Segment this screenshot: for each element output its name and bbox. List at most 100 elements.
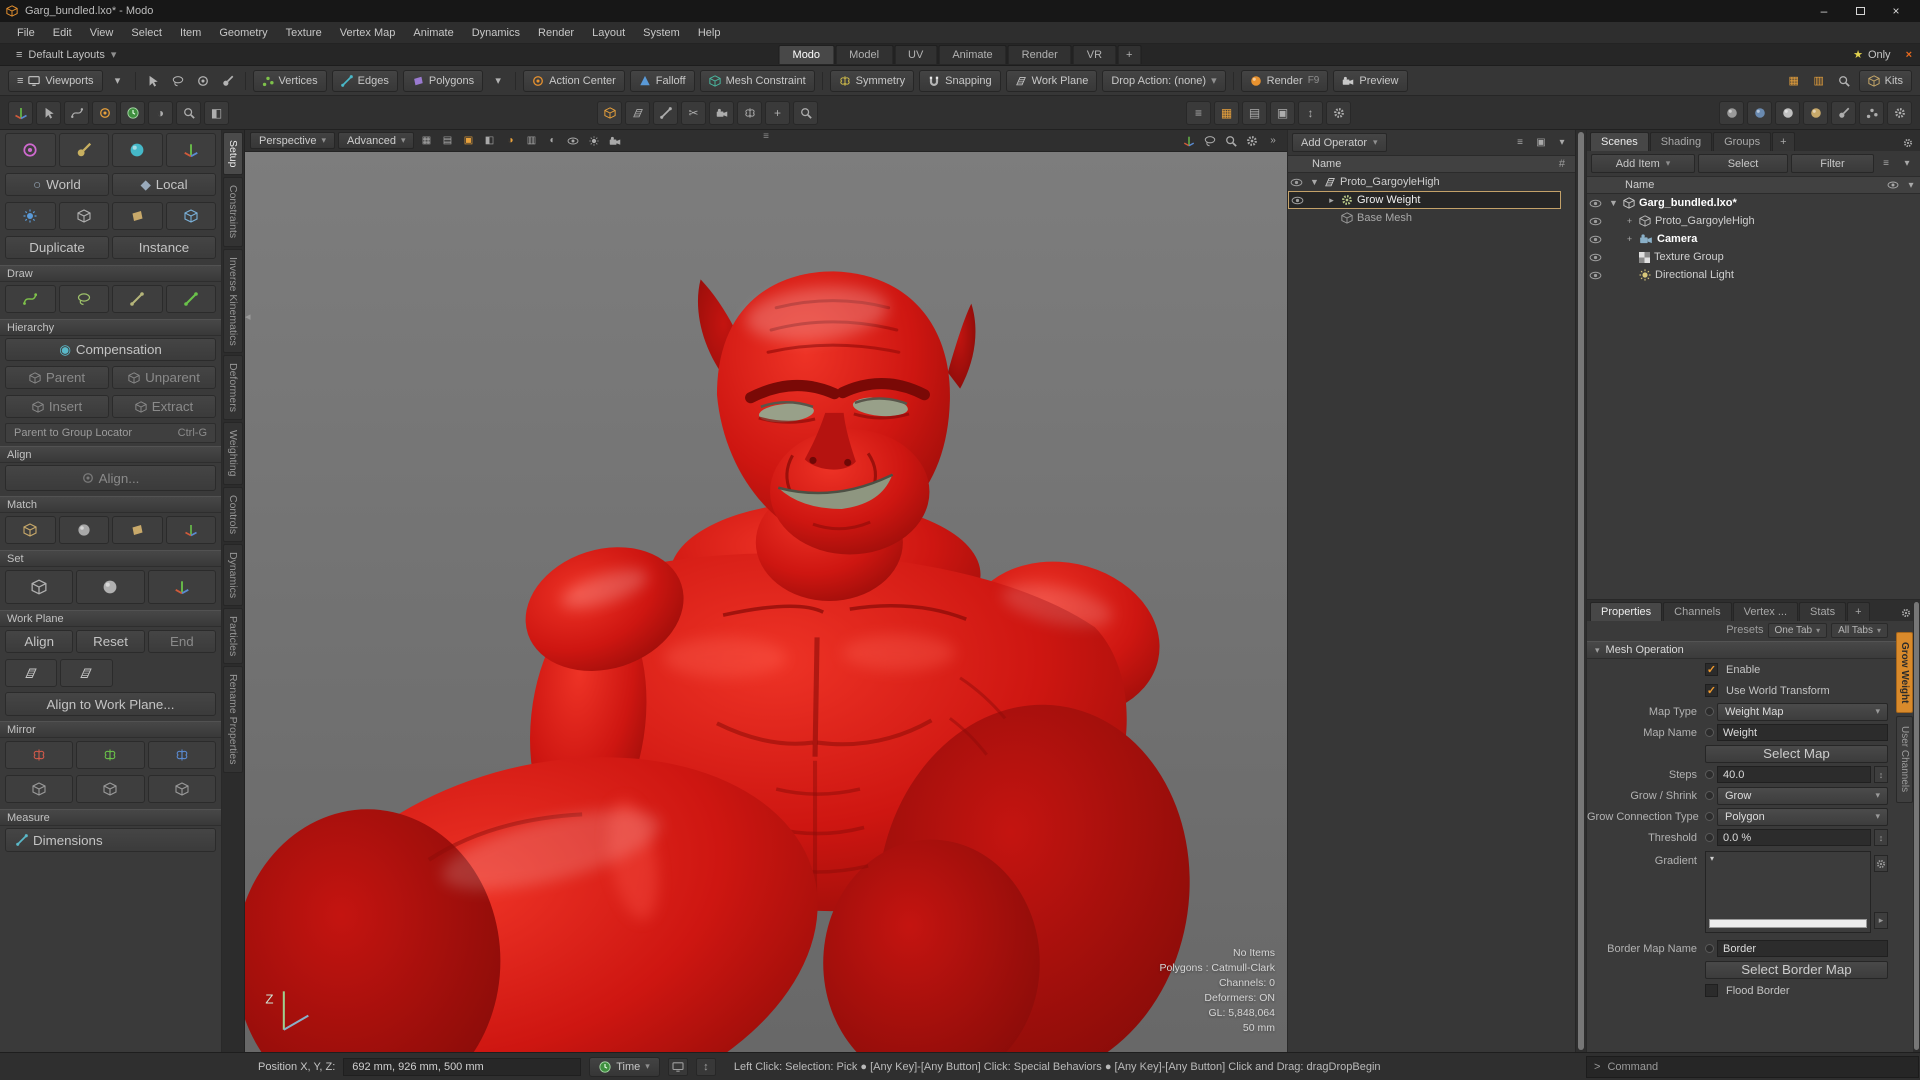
viewport-options-gear-icon[interactable] [1243,133,1261,149]
slice-tool-icon[interactable] [653,100,678,125]
parent-button[interactable]: Parent [5,366,109,389]
vtab-rename-properties[interactable]: Rename Properties [223,666,243,773]
tab-properties[interactable]: Properties [1590,602,1663,621]
menu-file[interactable]: File [8,24,44,42]
tab-stats[interactable]: Stats [1799,602,1847,621]
toggle-shaded-icon[interactable]: ▣ [459,133,477,149]
filter-button[interactable]: Filter [1791,154,1874,173]
thumbnail-view-icon[interactable]: ▦ [1214,100,1239,125]
list-collapse-icon[interactable]: ▾ [1898,156,1916,172]
mirror-x-button[interactable] [5,741,74,769]
set-position-button[interactable] [5,570,74,604]
viewport-splitter-handle[interactable]: ≡ [763,131,769,142]
render-button[interactable]: Render F9 [1240,69,1329,92]
item-row-scene-root[interactable]: ▼ Garg_bundled.lxo* [1587,194,1920,212]
expand-plus-icon[interactable]: + [1624,216,1635,226]
paint-select-icon[interactable] [218,71,238,91]
item-row-directional-light[interactable]: Directional Light [1587,266,1920,284]
menu-select[interactable]: Select [122,24,171,42]
stack-filter-icon[interactable]: ▾ [1553,135,1571,151]
side-tab-grow-weight[interactable]: Grow Weight [1896,632,1913,714]
spray-icon[interactable] [1859,100,1884,125]
era-gear-icon[interactable] [1887,100,1912,125]
layout-grid-icon[interactable]: ▦ [1784,71,1804,91]
menu-animate[interactable]: Animate [404,24,462,42]
section-set[interactable]: Set [0,550,221,567]
add-properties-tab-button[interactable]: + [1847,602,1870,621]
world-button[interactable]: ○ World [5,173,109,196]
projection-dropdown[interactable]: Perspective ▾ [250,132,336,149]
tab-model[interactable]: Model [835,45,894,64]
kits-button[interactable]: Kits [1858,69,1912,92]
parent-to-group-button[interactable]: Parent to Group Locator Ctrl-G [5,423,216,443]
shading-wire-icon[interactable] [1747,100,1772,125]
draw-polyline-button[interactable] [112,285,163,313]
add-tab-button[interactable]: + [1117,45,1142,64]
threshold-input[interactable] [1717,829,1871,846]
stack-thumbs-icon[interactable]: ▣ [1532,135,1550,151]
compensation-toggle[interactable]: ◉ Compensation [5,338,216,361]
tool-handles-button[interactable] [58,133,109,167]
shading-dropdown[interactable]: Advanced ▾ [338,132,415,149]
lasso-select-icon[interactable] [168,71,188,91]
insert-button[interactable]: Insert [5,395,109,418]
toggle-camera-icon[interactable] [606,133,624,149]
maximize-button[interactable] [1842,0,1878,22]
tab-animate[interactable]: Animate [938,45,1007,64]
workplane-reset-button[interactable]: Reset [76,630,145,653]
mesh-op-row-base-mesh[interactable]: Base Mesh [1288,209,1575,227]
align-button[interactable]: Align... [5,465,216,491]
local-button[interactable]: ◆ Local [112,173,216,196]
default-layouts-button[interactable]: ≡ Default Layouts ▾ [8,46,124,63]
workplane-rotate-button[interactable] [60,659,113,687]
search-icon[interactable] [1834,71,1854,91]
toggle-deformers-icon[interactable]: ◑ [501,133,519,149]
transform-tool-icon[interactable] [92,100,117,125]
panel-collapse-arrow-icon[interactable]: ◂ [245,310,251,323]
mirror-z-button[interactable] [147,741,216,769]
sort-icon[interactable]: ↕ [1298,100,1323,125]
add-tool-icon[interactable]: + [765,100,790,125]
items-mode-icon[interactable]: ▾ [488,71,508,91]
tab-groups[interactable]: Groups [1713,132,1772,151]
toggle-lights-icon[interactable] [585,133,603,149]
tab-shading[interactable]: Shading [1649,132,1713,151]
duplicate-button[interactable]: Duplicate [5,236,109,259]
toggle-grid-icon[interactable]: ▦ [417,133,435,149]
item-row-texture-group[interactable]: Texture Group [1587,248,1920,266]
draw-curve-button[interactable] [5,285,56,313]
pivot-tool-button[interactable] [5,133,56,167]
expander-icon[interactable]: ▸ [1326,195,1337,206]
select-map-button[interactable]: Select Map [1705,744,1888,763]
section-align[interactable]: Align [0,446,221,463]
set-scale-button[interactable] [147,570,216,604]
mesh-ops-scrollbar[interactable] [1575,130,1586,1052]
add-item-dropdown[interactable]: Add Item ▾ [1591,154,1695,173]
stack-tool-button[interactable] [112,202,163,230]
workplane-end-button[interactable]: End [147,630,216,653]
mesh-op-row-proto[interactable]: ▼ Proto_GargoyleHigh [1288,173,1575,191]
envelope-dot[interactable] [1705,770,1714,779]
section-work-plane[interactable]: Work Plane [0,610,221,627]
menu-texture[interactable]: Texture [277,24,331,42]
mirror-tool-icon[interactable] [737,100,762,125]
mirror-local-z-button[interactable] [147,775,216,803]
tab-scenes[interactable]: Scenes [1590,132,1649,151]
expander-icon[interactable]: ▼ [1309,177,1320,187]
add-list-tab-button[interactable]: + [1772,132,1795,151]
scrollbar-thumb[interactable] [1914,602,1919,1050]
find-tool-icon[interactable] [793,100,818,125]
pan-view-icon[interactable] [1180,133,1198,149]
mesh-constraint-button[interactable]: Mesh Constraint [699,69,815,92]
item-cube-icon[interactable] [597,100,622,125]
axis-tool-button[interactable] [165,133,216,167]
rotate-sphere-button[interactable] [112,133,163,167]
time-dropdown[interactable]: Time ▾ [589,1056,660,1077]
scissors-tool-icon[interactable]: ✂ [681,100,706,125]
envelope-dot[interactable] [1705,833,1714,842]
section-hierarchy[interactable]: Hierarchy [0,319,221,336]
envelope-dot[interactable] [1705,791,1714,800]
select-cursor-icon[interactable] [143,71,163,91]
vtab-weighting[interactable]: Weighting [223,422,243,485]
envelope-dot[interactable] [1705,944,1714,953]
